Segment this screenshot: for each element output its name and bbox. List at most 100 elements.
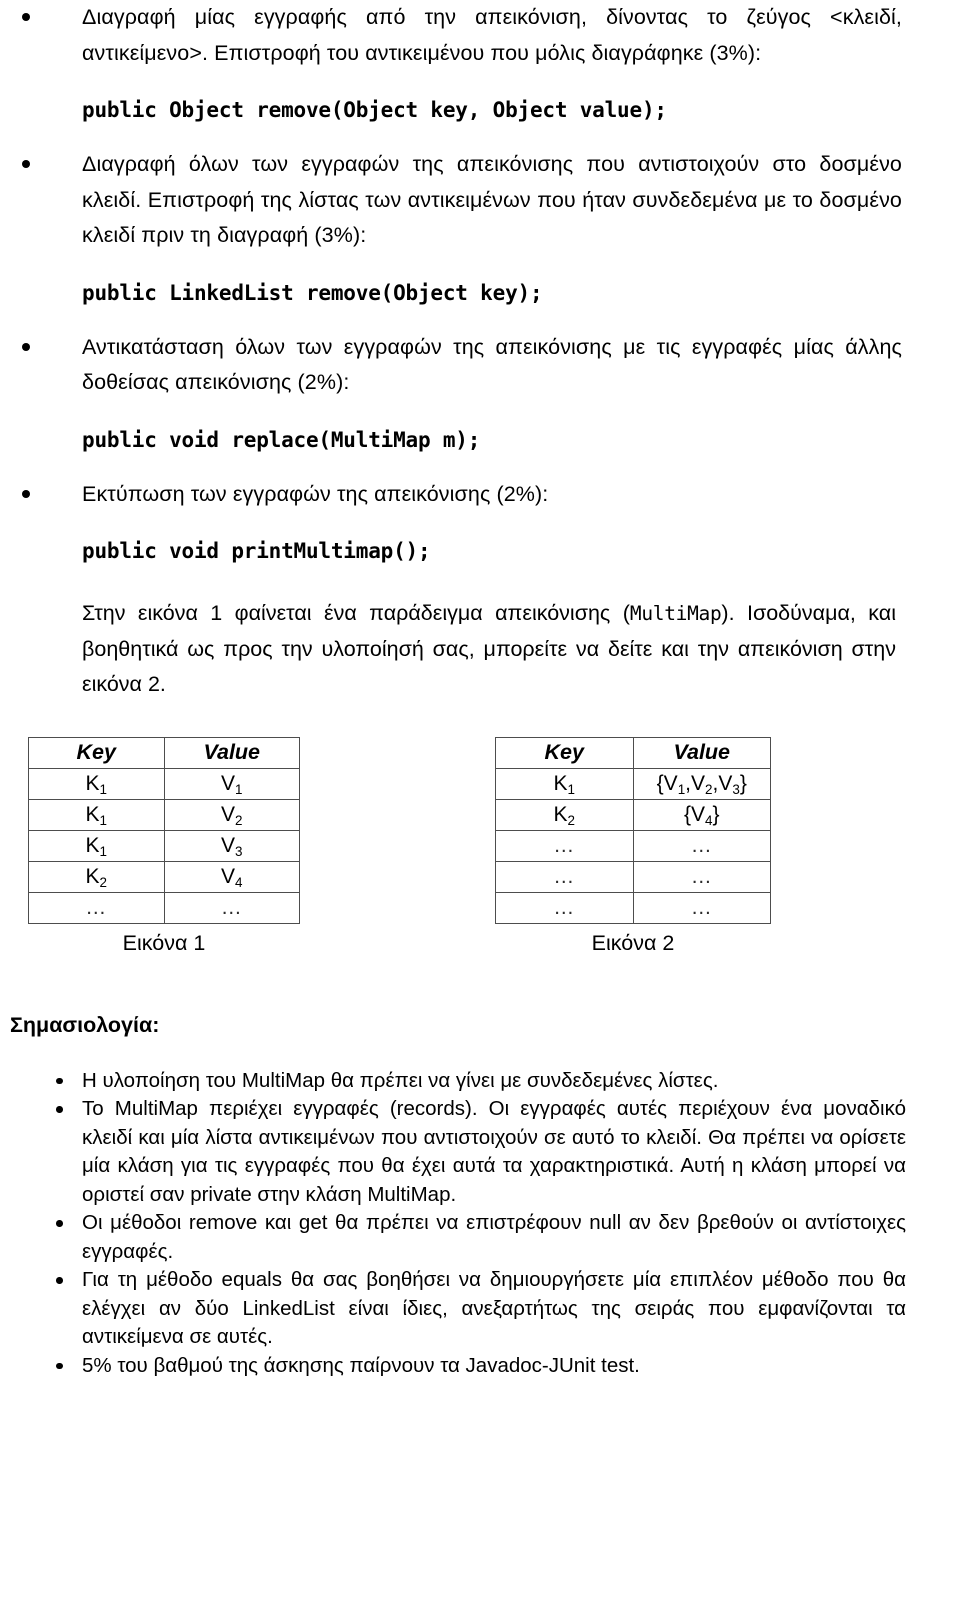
key-subscript: 1	[99, 843, 107, 859]
cell-value-ellipsis: …	[632, 829, 771, 862]
key-letter: K	[85, 833, 100, 857]
multimap-pairs-table: Key Value K1 V1 K1 V2 K1 V3 K2 V4 … …	[28, 736, 300, 924]
figure-2-block: Key Value K1 {V1,V2,V3} K2 {V4} … … … … …	[495, 736, 771, 958]
key-letter: K	[553, 802, 568, 826]
note-text: Το MultiMap περιέχει εγγραφές (records).…	[82, 1097, 906, 1206]
cell-value: V3	[163, 829, 300, 862]
note-text: 5% του βαθμού της άσκησης παίρνουν τα Ja…	[82, 1353, 640, 1377]
method-spec-list: Διαγραφή μίας εγγραφής από την απεικόνισ…	[0, 0, 942, 568]
column-header-value: Value	[163, 736, 300, 769]
method-signature: public Object remove(Object key, Object …	[82, 98, 667, 122]
key-subscript: 1	[99, 812, 107, 828]
table-row: K1 V2	[28, 798, 300, 831]
cell-value: V2	[163, 798, 300, 831]
cell-key: K1	[28, 829, 165, 862]
cell-key-ellipsis: …	[28, 891, 165, 924]
bullet-icon	[22, 160, 30, 168]
note-text: Οι μέθοδοι remove και get θα πρέπει να ε…	[82, 1211, 906, 1263]
bullet-icon	[22, 489, 30, 498]
figure-2-caption: Εικόνα 2	[591, 930, 675, 955]
bullet-icon	[56, 1106, 63, 1113]
method-signature: public LinkedList remove(Object key);	[82, 280, 543, 305]
key-letter: K	[85, 864, 100, 888]
table-header-row: Key Value	[28, 736, 300, 769]
document-page: Διαγραφή μίας εγγραφής από την απεικόνισ…	[0, 0, 960, 1612]
figure-reference-paragraph: Στην εικόνα 1 φαίνεται ένα παράδειγμα απ…	[0, 596, 942, 703]
column-header-key: Key	[28, 736, 165, 769]
bullet-icon	[22, 342, 30, 351]
cell-key: K2	[28, 860, 165, 893]
list-item: Για τη μέθοδο equals θα σας βοηθήσει να …	[0, 1266, 942, 1352]
list-item: Οι μέθοδοι remove και get θα πρέπει να ε…	[0, 1209, 942, 1266]
cell-key: K1	[28, 798, 165, 831]
table-row: … …	[495, 891, 771, 924]
cell-value-ellipsis: …	[632, 891, 771, 924]
spec-item: Διαγραφή όλων των εγγραφών της απεικόνισ…	[0, 147, 942, 310]
table-row: K2 V4	[28, 860, 300, 893]
key-letter: K	[85, 771, 100, 795]
list-item: 5% του βαθμού της άσκησης παίρνουν τα Ja…	[0, 1352, 942, 1381]
value-subscript: 3	[235, 843, 243, 859]
list-item: Η υλοποίηση του MultiMap θα πρέπει να γί…	[0, 1067, 942, 1096]
spec-description: Διαγραφή όλων των εγγραφών της απεικόνισ…	[82, 152, 902, 247]
spec-description: Εκτύπωση των εγγραφών της απεικόνισης (2…	[82, 481, 549, 506]
table-row: … …	[495, 829, 771, 862]
semantics-notes-list: Η υλοποίηση του MultiMap θα πρέπει να γί…	[0, 1067, 942, 1381]
key-subscript: 1	[99, 781, 107, 797]
key-letter: K	[553, 771, 568, 795]
note-text: Η υλοποίηση του MultiMap θα πρέπει να γί…	[82, 1068, 719, 1092]
table-row: K2 {V4}	[495, 798, 771, 831]
table-header-row: Key Value	[495, 736, 771, 769]
value-subscript: 4	[235, 874, 243, 890]
method-signature: public void printMultimap();	[82, 539, 431, 563]
note-text: Για τη μέθοδο equals θα σας βοηθήσει να …	[82, 1268, 906, 1348]
spec-description: Διαγραφή μίας εγγραφής από την απεικόνισ…	[82, 5, 902, 65]
bullet-icon	[56, 1077, 63, 1084]
cell-value-set: {V4}	[632, 798, 771, 831]
table-row: K1 {V1,V2,V3}	[495, 767, 771, 800]
column-header-value: Value	[632, 736, 771, 769]
bullet-icon	[56, 1362, 63, 1369]
value-subscript: 1	[235, 781, 243, 797]
spec-item: Εκτύπωση των εγγραφών της απεικόνισης (2…	[0, 477, 942, 569]
cell-value-ellipsis: …	[163, 891, 300, 924]
cell-key-ellipsis: …	[495, 829, 634, 862]
multimap-grouped-table: Key Value K1 {V1,V2,V3} K2 {V4} … … … … …	[495, 736, 771, 924]
key-subscript: 1	[567, 781, 575, 797]
figure-1-block: Key Value K1 V1 K1 V2 K1 V3 K2 V4 … … Ει…	[28, 736, 300, 958]
cell-key: K1	[495, 767, 634, 800]
figure-ref-text-part1: Στην εικόνα 1 φαίνεται ένα παράδειγμα απ…	[82, 601, 630, 625]
key-subscript: 2	[567, 812, 575, 828]
cell-key: K1	[28, 767, 165, 800]
cell-value-set: {V1,V2,V3}	[632, 767, 771, 800]
multimap-code-token: MultiMap	[629, 602, 722, 625]
table-row: … …	[495, 860, 771, 893]
value-letter: V	[221, 833, 236, 857]
bullet-icon	[56, 1220, 63, 1227]
value-letter: V	[221, 802, 236, 826]
spec-item: Αντικατάσταση όλων των εγγραφών της απει…	[0, 330, 942, 457]
cell-key: K2	[495, 798, 634, 831]
bullet-icon	[22, 13, 30, 21]
table-row: K1 V1	[28, 767, 300, 800]
cell-key-ellipsis: …	[495, 891, 634, 924]
list-item: Το MultiMap περιέχει εγγραφές (records).…	[0, 1095, 942, 1209]
bullet-icon	[56, 1277, 63, 1284]
semantics-heading: Σημασιολογία:	[10, 1012, 160, 1037]
table-row: K1 V3	[28, 829, 300, 862]
value-letter: V	[221, 771, 236, 795]
figure-1-caption: Εικόνα 1	[122, 930, 206, 955]
cell-value: V1	[163, 767, 300, 800]
table-row: … …	[28, 891, 300, 924]
method-signature: public void replace(MultiMap m);	[82, 427, 481, 452]
value-subscript: 2	[235, 812, 243, 828]
cell-key-ellipsis: …	[495, 860, 634, 893]
spec-description: Αντικατάσταση όλων των εγγραφών της απει…	[82, 334, 902, 395]
cell-value: V4	[163, 860, 300, 893]
cell-value-ellipsis: …	[632, 860, 771, 893]
spec-item: Διαγραφή μίας εγγραφής από την απεικόνισ…	[0, 0, 942, 127]
key-subscript: 2	[99, 874, 107, 890]
column-header-key: Key	[495, 736, 634, 769]
figures-row: Key Value K1 V1 K1 V2 K1 V3 K2 V4 … … Ει…	[0, 736, 942, 987]
value-letter: V	[221, 864, 236, 888]
